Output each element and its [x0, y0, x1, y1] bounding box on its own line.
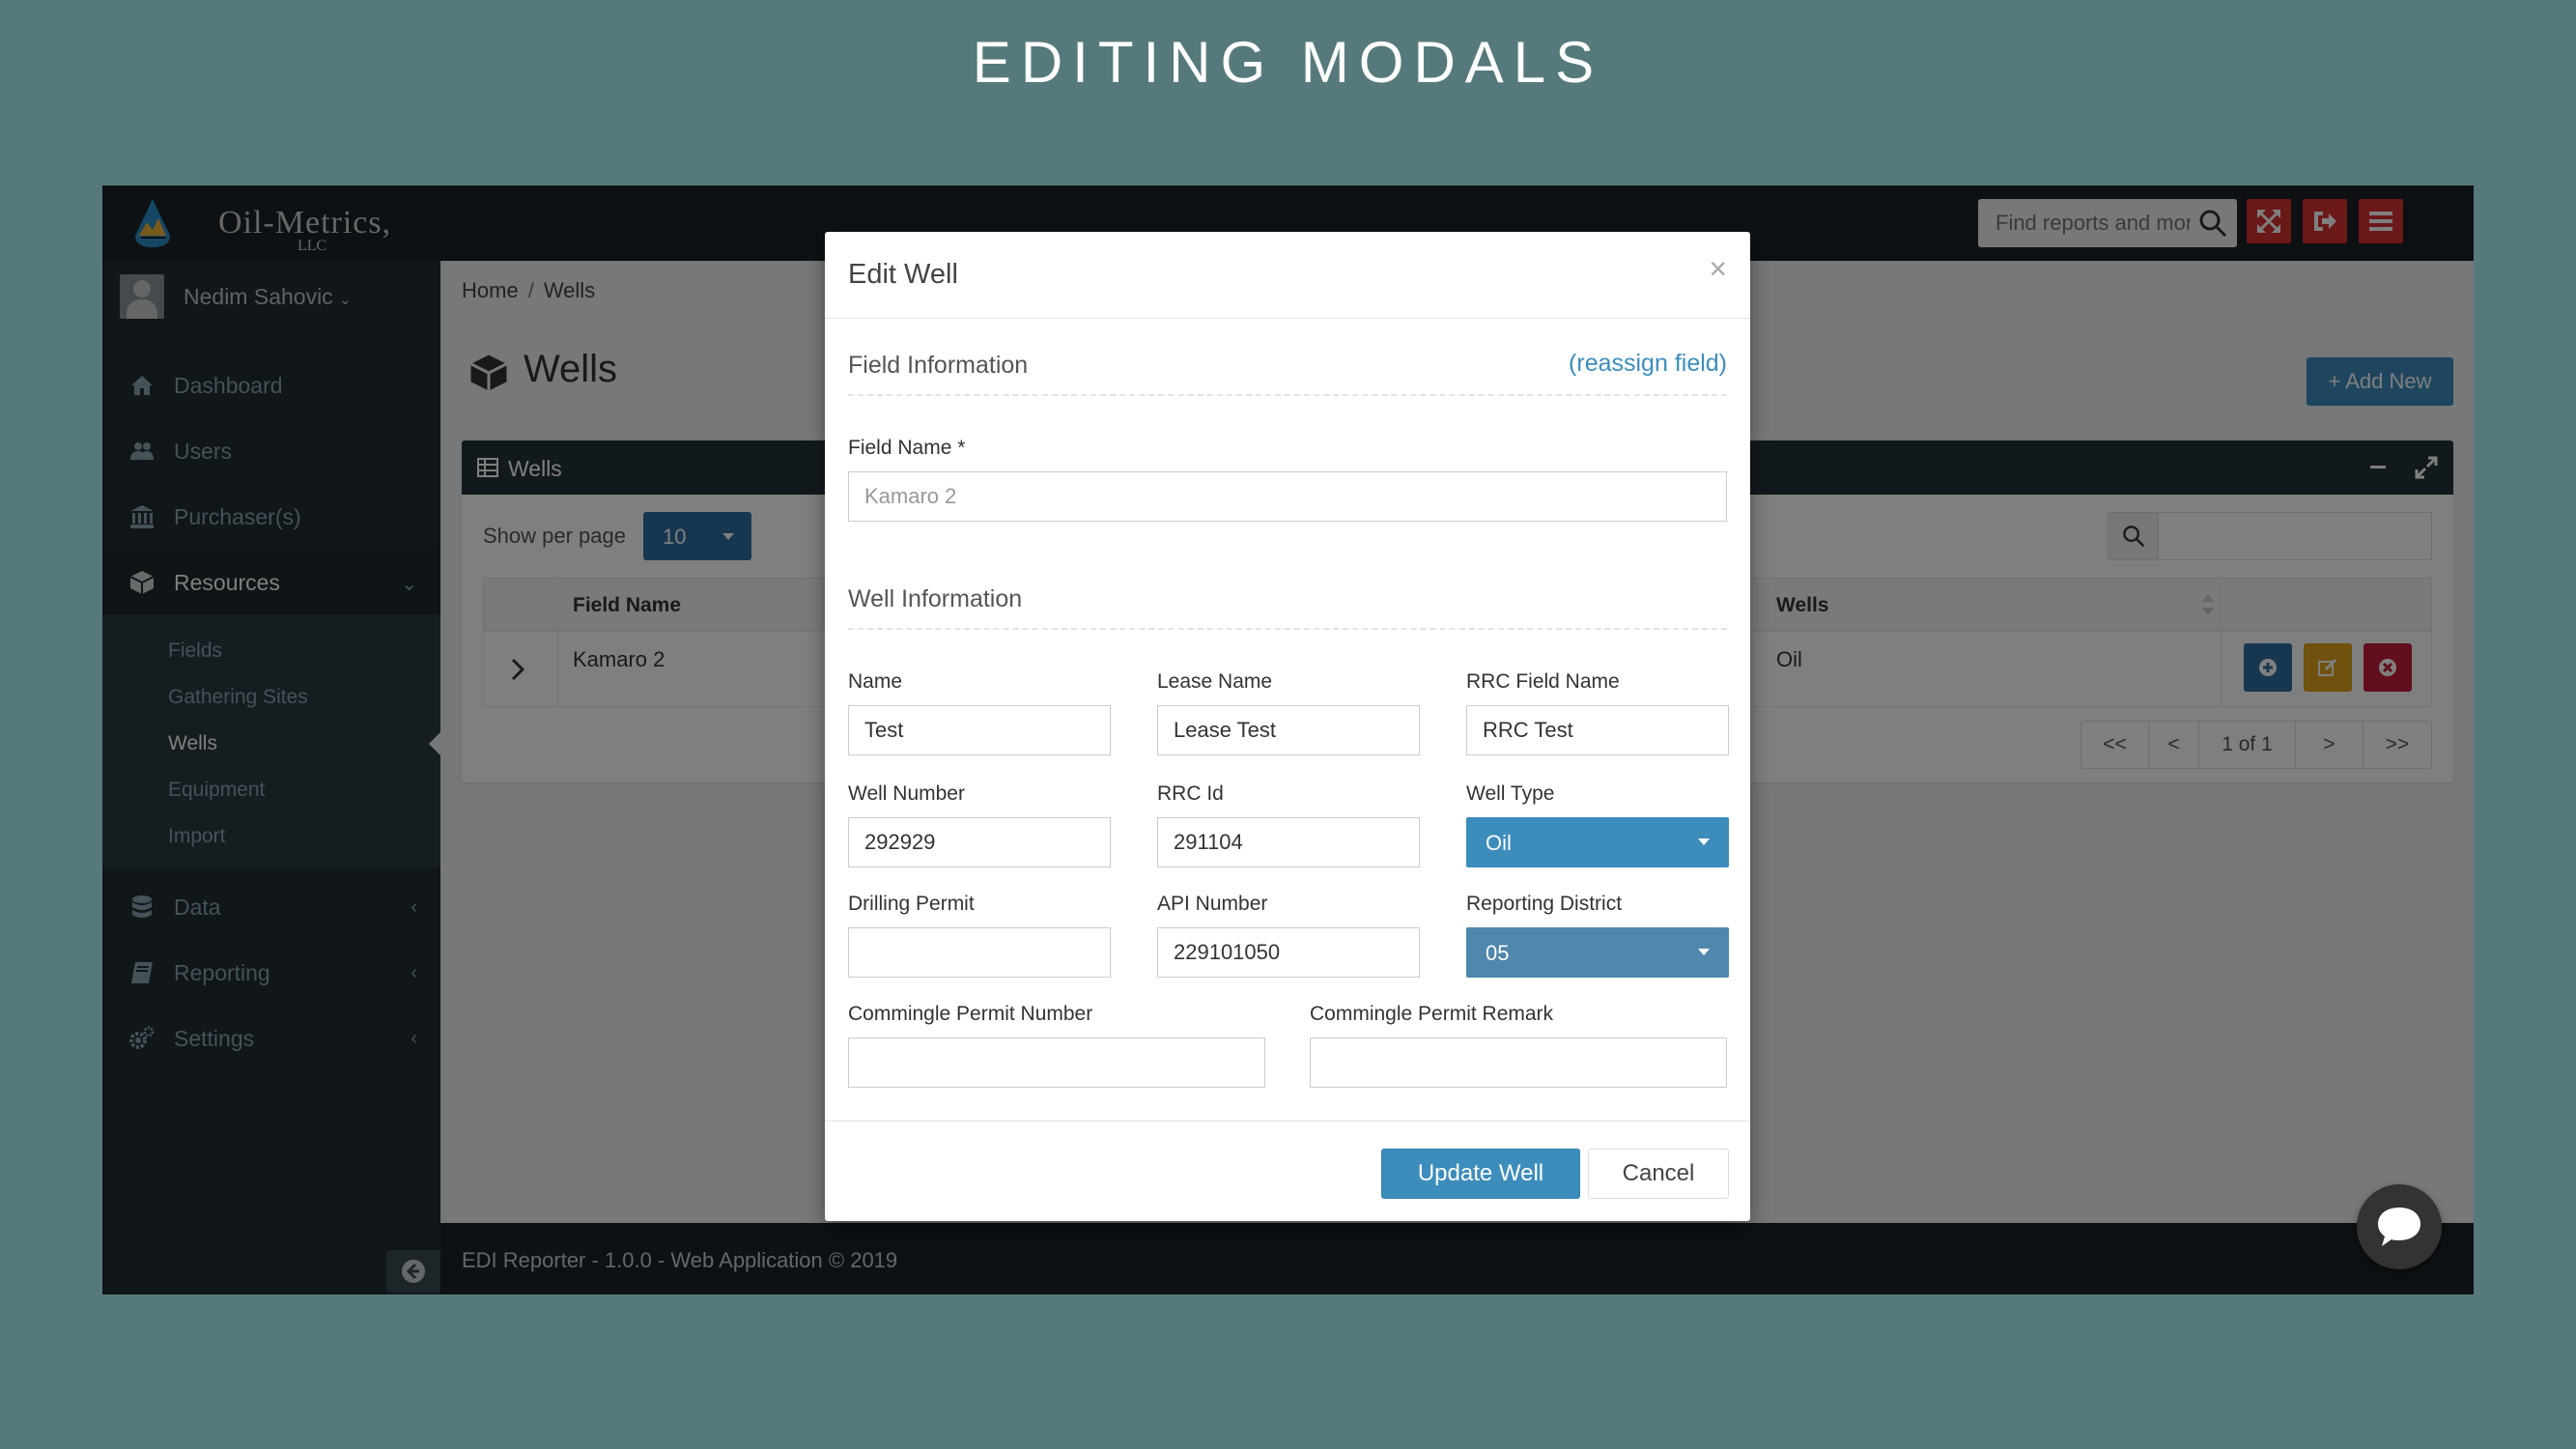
modal-footer: Update Well Cancel: [825, 1121, 1750, 1221]
drilling-permit-label: Drilling Permit: [848, 893, 975, 915]
reporting-district-label: Reporting District: [1466, 893, 1623, 915]
commingle-permit-remark-label: Commingle Permit Remark: [1310, 1003, 1554, 1025]
well-type-select[interactable]: Oil: [1466, 817, 1729, 867]
rrc-field-name-input[interactable]: [1466, 705, 1729, 755]
modal-title: Edit Well: [848, 259, 958, 290]
well-number-label: Well Number: [848, 782, 965, 805]
commingle-permit-number-input[interactable]: [848, 1037, 1265, 1088]
chat-icon: [2378, 1208, 2420, 1246]
well-number-input[interactable]: [848, 817, 1111, 867]
slide-title: EDITING MODALS: [972, 30, 1604, 95]
caret-down-icon: [1698, 949, 1710, 955]
rrc-field-name-label: RRC Field Name: [1466, 670, 1620, 693]
commingle-permit-number-label: Commingle Permit Number: [848, 1003, 1093, 1025]
chat-button[interactable]: [2357, 1184, 2442, 1269]
divider: [848, 628, 1727, 630]
cancel-button[interactable]: Cancel: [1588, 1149, 1729, 1199]
close-icon[interactable]: ×: [1709, 251, 1727, 287]
api-number-label: API Number: [1157, 893, 1268, 915]
field-information-heading: Field Information: [848, 352, 1029, 379]
lease-name-input[interactable]: [1157, 705, 1420, 755]
field-name-label: Field Name *: [848, 437, 966, 459]
lease-name-label: Lease Name: [1157, 670, 1273, 693]
reporting-district-select[interactable]: 05: [1466, 927, 1729, 978]
name-input[interactable]: [848, 705, 1111, 755]
reassign-field-link[interactable]: (reassign field): [1569, 350, 1727, 378]
name-label: Name: [848, 670, 903, 693]
api-number-input[interactable]: [1157, 927, 1420, 978]
commingle-permit-remark-input[interactable]: [1310, 1037, 1727, 1088]
rrc-id-input[interactable]: [1157, 817, 1420, 867]
well-information-heading: Well Information: [848, 585, 1023, 612]
well-type-label: Well Type: [1466, 782, 1555, 805]
modal-header: Edit Well ×: [825, 232, 1750, 319]
divider: [848, 394, 1727, 396]
caret-down-icon: [1698, 838, 1710, 845]
drilling-permit-input[interactable]: [848, 927, 1111, 978]
edit-well-modal: Edit Well × Field Information (reassign …: [825, 232, 1750, 1221]
rrc-id-label: RRC Id: [1157, 782, 1224, 805]
update-well-button[interactable]: Update Well: [1381, 1149, 1580, 1199]
field-name-input[interactable]: [848, 471, 1727, 522]
